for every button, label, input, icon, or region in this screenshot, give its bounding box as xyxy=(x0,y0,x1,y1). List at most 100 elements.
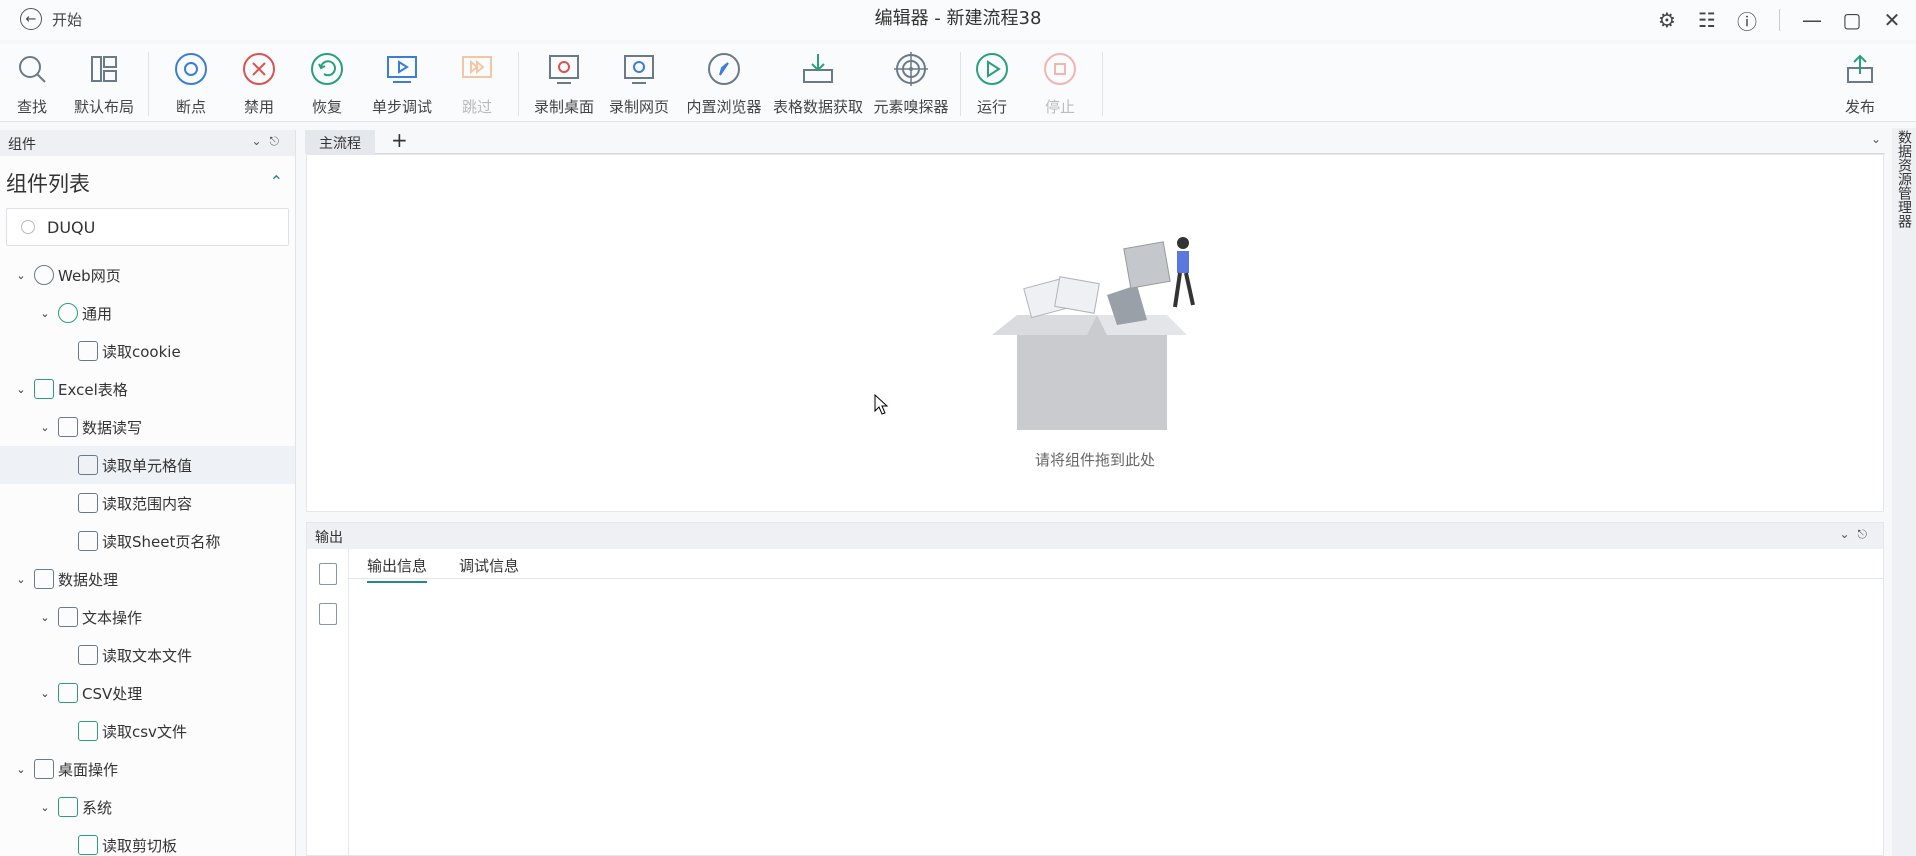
chevron-down-icon[interactable]: ⌄ xyxy=(38,421,52,434)
tree-item-read-clipboard[interactable]: 读取剪切板 xyxy=(0,826,295,856)
chart-icon xyxy=(58,417,78,437)
restore-icon xyxy=(311,53,343,85)
table-data-label: 表格数据获取 xyxy=(772,98,863,116)
export-log-icon[interactable] xyxy=(318,563,337,585)
tree-item-data-processing[interactable]: ⌄ 数据处理 xyxy=(0,560,295,598)
publish-icon xyxy=(1847,54,1873,83)
tree-item-general[interactable]: ⌄ 通用 xyxy=(0,294,295,332)
component-list-title: 组件列表 ⌃ xyxy=(0,156,295,204)
tree-item-read-csv[interactable]: 读取csv文件 xyxy=(0,712,295,750)
output-side-toolbar xyxy=(307,549,349,855)
component-search-input[interactable]: DUQU xyxy=(6,208,289,246)
tab-debug-info[interactable]: 调试信息 xyxy=(459,555,519,576)
step-debug-button[interactable]: 单步调试 xyxy=(362,50,442,117)
pin-icon[interactable]: ⎋ xyxy=(270,134,288,148)
breakpoint-icon xyxy=(175,53,207,85)
tree-label: Excel表格 xyxy=(58,380,128,399)
tree-item-csv[interactable]: ⌄ CSV处理 xyxy=(0,674,295,712)
tree-item-read-range[interactable]: 读取范围内容 xyxy=(0,484,295,522)
builtin-browser-button[interactable]: 内置浏览器 xyxy=(682,50,766,117)
compass-icon xyxy=(708,53,740,85)
disable-icon xyxy=(243,53,275,85)
tree-item-read-sheet[interactable]: 读取Sheet页名称 xyxy=(0,522,295,560)
tree-item-read-cell[interactable]: 读取单元格值 xyxy=(0,446,295,484)
output-label: 输出 xyxy=(315,530,343,546)
table-download-icon xyxy=(803,54,833,83)
pin-icon[interactable]: ⎋ xyxy=(1858,527,1876,541)
tree-item-web[interactable]: ⌄ Web网页 xyxy=(0,256,295,294)
search-icon xyxy=(21,220,35,234)
mouse-cursor-icon xyxy=(874,394,889,415)
add-tab-button[interactable]: + xyxy=(391,128,408,152)
sliders-icon[interactable]: ☷ xyxy=(1693,6,1721,34)
find-button[interactable]: 查找 xyxy=(0,50,72,117)
step-debug-label: 单步调试 xyxy=(371,98,432,116)
chevron-down-icon[interactable]: ⌄ xyxy=(38,801,52,814)
output-panel: 输出 ⌄⎋ 输出信息 调试信息 xyxy=(306,522,1884,856)
cell-icon xyxy=(78,455,98,475)
record-web-button[interactable]: 录制网页 xyxy=(599,50,679,117)
publish-button[interactable]: 发布 xyxy=(1820,50,1900,117)
chevron-down-icon[interactable]: ⌄ xyxy=(1839,527,1857,541)
tab-output-info[interactable]: 输出信息 xyxy=(367,555,428,583)
editor-tab-strip: 主流程 + ⌄ xyxy=(305,128,1885,154)
desktop-icon xyxy=(34,759,54,779)
trash-icon[interactable] xyxy=(318,603,337,625)
cookie-icon xyxy=(78,341,98,361)
chevron-down-icon[interactable]: ⌄ xyxy=(38,611,52,624)
data-gear-icon xyxy=(34,569,54,589)
minimize-icon[interactable]: — xyxy=(1798,6,1826,34)
chevron-down-icon[interactable]: ⌄ xyxy=(14,763,28,776)
sheet-icon xyxy=(78,531,98,551)
chevron-down-icon[interactable]: ⌄ xyxy=(1871,132,1881,146)
tree-label: 读取单元格值 xyxy=(102,456,193,475)
tree-label: 数据读写 xyxy=(82,418,143,437)
record-desktop-button[interactable]: 录制桌面 xyxy=(524,50,604,117)
csv-icon xyxy=(58,683,78,703)
flow-canvas[interactable]: 请将组件拖到此处 xyxy=(306,154,1884,512)
record-desktop-label: 录制桌面 xyxy=(533,98,594,116)
restore-button[interactable]: 恢复 xyxy=(287,50,367,117)
close-icon[interactable]: ✕ xyxy=(1878,6,1906,34)
maximize-icon[interactable]: ▢ xyxy=(1838,6,1866,34)
element-sniffer-button[interactable]: 元素嗅探器 xyxy=(866,50,956,117)
title-bar: ← 开始 编辑器 - 新建流程38 ⚙ ☷ ⓘ — ▢ ✕ xyxy=(0,0,1916,40)
data-explorer-rail[interactable]: 数据资源管理器 xyxy=(1892,128,1916,856)
chevron-down-icon[interactable]: ⌄ xyxy=(14,383,28,396)
toolbar-separator xyxy=(148,52,149,116)
csv-file-icon xyxy=(78,721,98,741)
component-panel: 组件 ⌄⎋ 组件列表 ⌃ DUQU ⌄ Web网页 ⌄ 通用 读取cookie ⌄ E… xyxy=(0,130,296,856)
chevron-down-icon[interactable]: ⌄ xyxy=(38,307,52,320)
skip-button[interactable]: 跳过 xyxy=(437,50,517,117)
collapse-all-icon[interactable]: ⌃ xyxy=(270,172,283,191)
title-separator xyxy=(1779,9,1780,31)
empty-drop-hint: 请将组件拖到此处 xyxy=(1034,451,1155,469)
chevron-down-icon[interactable]: ⌄ xyxy=(14,269,28,282)
system-grid-icon xyxy=(58,797,78,817)
tree-item-read-text-file[interactable]: 读取文本文件 xyxy=(0,636,295,674)
table-data-button[interactable]: 表格数据获取 xyxy=(770,50,866,117)
tree-item-excel[interactable]: ⌄ Excel表格 xyxy=(0,370,295,408)
tree-label: Web网页 xyxy=(58,266,121,285)
tree-item-desktop[interactable]: ⌄ 桌面操作 xyxy=(0,750,295,788)
search-icon xyxy=(19,56,46,83)
chevron-down-icon[interactable]: ⌄ xyxy=(251,134,269,148)
tree-item-read-cookie[interactable]: 读取cookie xyxy=(0,332,295,370)
clipboard-icon xyxy=(78,835,98,855)
chevron-down-icon[interactable]: ⌄ xyxy=(38,687,52,700)
tree-item-text-ops[interactable]: ⌄ 文本操作 xyxy=(0,598,295,636)
toolbar-separator xyxy=(518,52,519,116)
tree-label: 文本操作 xyxy=(82,608,143,627)
help-icon[interactable]: ⓘ xyxy=(1733,6,1761,34)
toolbar: 查找 默认布局 断点 禁用 恢复 单步调试 跳过 录制桌面 录制网页 内置浏览器… xyxy=(0,44,1916,122)
builtin-browser-label: 内置浏览器 xyxy=(686,98,762,116)
stop-label: 停止 xyxy=(1044,98,1075,116)
tree-item-system[interactable]: ⌄ 系统 xyxy=(0,788,295,826)
chevron-down-icon[interactable]: ⌄ xyxy=(14,573,28,586)
stop-button[interactable]: 停止 xyxy=(1020,50,1100,117)
default-layout-button[interactable]: 默认布局 xyxy=(64,50,144,117)
tab-main-flow[interactable]: 主流程 xyxy=(305,130,375,154)
tree-item-data-rw[interactable]: ⌄ 数据读写 xyxy=(0,408,295,446)
settings-gear-icon[interactable]: ⚙ xyxy=(1653,6,1681,34)
tree-label: 桌面操作 xyxy=(58,760,119,779)
